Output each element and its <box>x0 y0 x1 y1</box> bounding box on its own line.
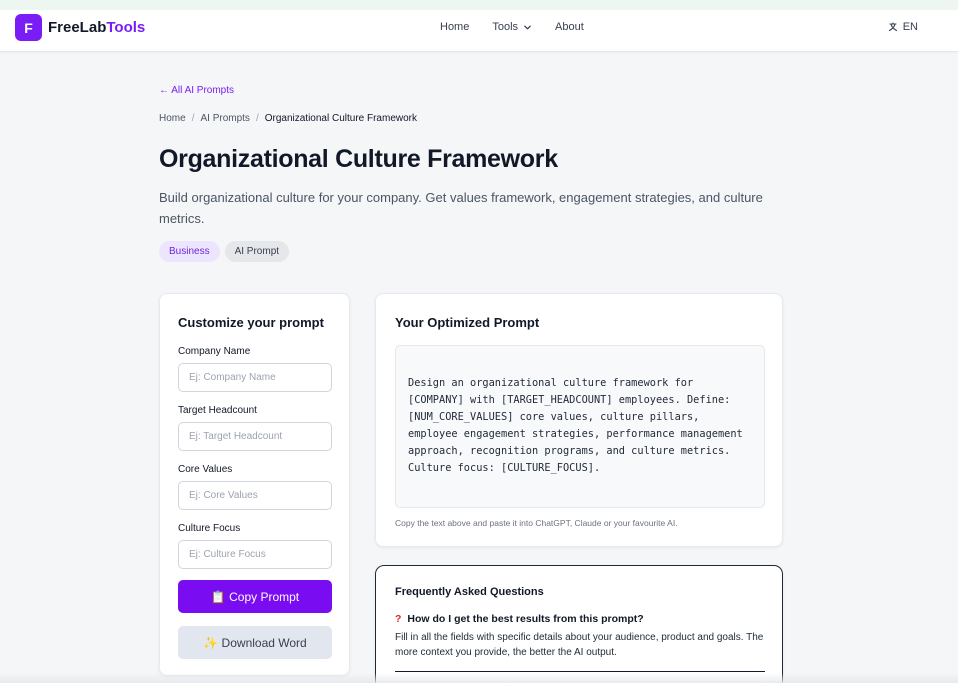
top-navbar: F FreeLabTools Home Tools About EN <box>0 10 958 52</box>
brand-name-accent: Tools <box>106 19 146 36</box>
nav-home[interactable]: Home <box>440 21 469 33</box>
breadcrumb: Home / AI Prompts / Organizational Cultu… <box>159 113 417 124</box>
nav-tools-dropdown[interactable]: Tools <box>492 21 532 33</box>
company-name-input[interactable] <box>178 363 332 392</box>
breadcrumb-ai-prompts[interactable]: AI Prompts <box>200 113 249 124</box>
breadcrumb-separator: / <box>255 113 259 124</box>
culture-focus-label: Culture Focus <box>178 523 241 534</box>
company-name-label: Company Name <box>178 346 251 357</box>
customize-form-card: Customize your prompt Company Name Targe… <box>159 293 350 676</box>
tag-list: Business AI Prompt <box>159 241 294 262</box>
page-title: Organizational Culture Framework <box>159 145 558 173</box>
language-label: EN <box>902 21 918 33</box>
question-mark-icon: ? <box>395 613 402 625</box>
bottom-fade <box>0 673 958 683</box>
translate-icon <box>888 22 897 32</box>
faq-title: Frequently Asked Questions <box>395 586 544 598</box>
culture-focus-input[interactable] <box>178 540 332 569</box>
copy-prompt-button[interactable]: 📋 Copy Prompt <box>178 580 332 613</box>
nav-tools-label: Tools <box>492 21 519 33</box>
faq-card: Frequently Asked Questions ? How do I ge… <box>375 565 783 683</box>
faq-divider <box>395 671 765 672</box>
form-title: Customize your prompt <box>178 315 324 330</box>
faq-question[interactable]: ? How do I get the best results from thi… <box>395 613 644 625</box>
faq-question-text: How do I get the best results from this … <box>407 613 644 625</box>
brand-name-main: FreeLab <box>48 19 107 36</box>
prompt-title: Your Optimized Prompt <box>395 315 540 330</box>
tag-business: Business <box>159 241 220 262</box>
optimized-prompt-card: Your Optimized Prompt Design an organiza… <box>375 293 783 547</box>
faq-answer: Fill in all the fields with specific det… <box>395 632 764 658</box>
language-switcher[interactable]: EN <box>888 10 918 44</box>
prompt-hint: Copy the text above and paste it into Ch… <box>395 518 678 528</box>
main-nav: Home Tools About <box>440 10 607 44</box>
back-to-prompts-link[interactable]: ← All AI Prompts <box>159 85 234 96</box>
core-values-input[interactable] <box>178 481 332 510</box>
core-values-label: Core Values <box>178 464 233 475</box>
breadcrumb-current: Organizational Culture Framework <box>264 113 417 124</box>
chevron-down-icon <box>524 25 531 29</box>
download-word-button[interactable]: ✨ Download Word <box>178 626 332 659</box>
tag-ai-prompt: AI Prompt <box>224 241 290 262</box>
breadcrumb-separator: / <box>191 113 195 124</box>
page-description: Build organizational culture for your co… <box>159 190 763 226</box>
prompt-text-box[interactable]: Design an organizational culture framewo… <box>395 345 765 508</box>
target-headcount-label: Target Headcount <box>178 405 257 416</box>
target-headcount-input[interactable] <box>178 422 332 451</box>
brand-name: FreeLabTools <box>48 19 145 36</box>
breadcrumb-home[interactable]: Home <box>159 113 186 124</box>
brand-logo[interactable]: F FreeLabTools <box>15 14 145 41</box>
browser-top-strip <box>0 0 958 10</box>
logo-badge-icon: F <box>15 14 42 41</box>
nav-about[interactable]: About <box>555 21 584 33</box>
